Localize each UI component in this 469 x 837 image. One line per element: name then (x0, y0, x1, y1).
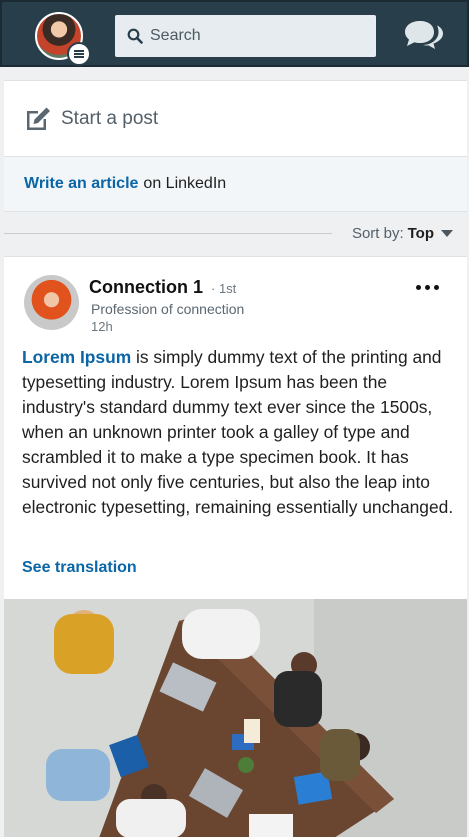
author-name[interactable]: Connection 1 (89, 277, 203, 298)
start-post-label: Start a post (61, 107, 159, 129)
connection-degree: · 1st (211, 281, 237, 296)
post-image[interactable] (4, 599, 467, 837)
caret-down-icon[interactable] (441, 229, 453, 237)
feed-sort-row: Sort by: Top (4, 218, 467, 248)
more-options-icon[interactable] (416, 285, 439, 290)
see-translation-link[interactable]: See translation (22, 559, 137, 577)
sort-label: Sort by: (351, 224, 404, 242)
menu-icon[interactable] (67, 42, 91, 66)
top-navigation-bar (0, 0, 469, 67)
write-article-suffix: on LinkedIn (143, 175, 227, 192)
post-time: 12h (91, 319, 113, 334)
team-meeting-photo (4, 599, 467, 837)
write-article-bar: Write an article on LinkedIn (4, 156, 467, 212)
post-text-body: is simply dummy text of the printing and… (22, 347, 454, 517)
start-post-box[interactable]: Start a post (4, 80, 467, 156)
write-article-link[interactable]: Write an article (24, 175, 138, 193)
author-headline: Profession of connection (91, 301, 245, 317)
post-text: Lorem Ipsum is simply dummy text of the … (22, 345, 454, 520)
divider (4, 232, 332, 234)
search-bar[interactable] (115, 15, 376, 57)
search-icon (127, 28, 143, 44)
post-text-highlight[interactable]: Lorem Ipsum (22, 347, 131, 367)
feed-post-card: Connection 1 · 1st Profession of connect… (4, 256, 467, 837)
author-avatar[interactable] (24, 275, 79, 330)
profile-avatar-button[interactable] (35, 12, 91, 66)
author-line: Connection 1 · 1st (89, 277, 236, 298)
messaging-icon[interactable] (403, 20, 445, 54)
search-input[interactable] (150, 27, 350, 45)
sort-dropdown[interactable]: Top (408, 225, 434, 242)
compose-icon (27, 107, 50, 130)
